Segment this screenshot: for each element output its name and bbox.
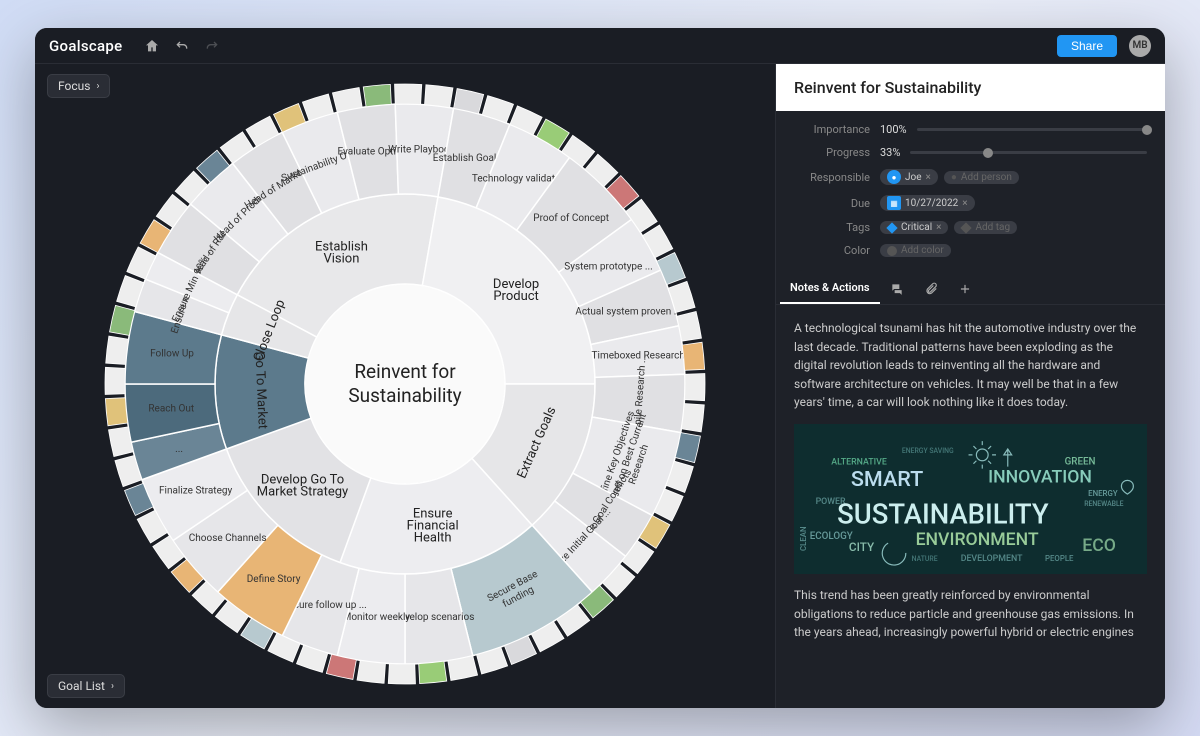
svg-text:System prototype ...: System prototype ...	[564, 261, 652, 272]
redo-icon[interactable]	[200, 34, 224, 58]
progress-value: 33%	[880, 146, 900, 159]
color-label: Color	[794, 244, 870, 257]
due-value: 10/27/2022	[905, 198, 958, 209]
tags-label: Tags	[794, 221, 870, 234]
svg-text:NATURE: NATURE	[912, 555, 938, 563]
svg-text:SMART: SMART	[851, 467, 923, 492]
svg-text:Actual system proven ...: Actual system proven ...	[575, 306, 681, 317]
responsible-label: Responsible	[794, 171, 870, 184]
svg-text:Reach Out: Reach Out	[148, 403, 194, 414]
svg-text:SUSTAINABILITY: SUSTAINABILITY	[837, 498, 1049, 530]
add-person-label: Add person	[961, 172, 1012, 183]
tab-notes-actions[interactable]: Notes & Actions	[780, 273, 880, 304]
panel-tabs: Notes & Actions	[776, 273, 1165, 305]
svg-text:INNOVATION: INNOVATION	[988, 467, 1092, 487]
progress-slider[interactable]	[910, 151, 1147, 154]
svg-text:GREEN: GREEN	[1065, 457, 1096, 468]
tab-add[interactable]	[948, 274, 982, 304]
svg-text:Reinvent forSustainability: Reinvent forSustainability	[348, 360, 461, 407]
remove-icon[interactable]: ×	[926, 172, 931, 183]
tag-icon	[886, 222, 897, 233]
remove-icon[interactable]: ×	[962, 198, 967, 209]
svg-text:...: ...	[175, 443, 183, 454]
sunburst-chart[interactable]: EstablishVisionDevelopProductExtract Goa…	[85, 74, 725, 698]
svg-text:Develop Go ToMarket Strategy: Develop Go ToMarket Strategy	[257, 473, 348, 500]
properties-section: Importance 100% Progress 33% Responsible	[776, 111, 1165, 273]
svg-text:Proof of Concept: Proof of Concept	[533, 211, 609, 223]
add-tag-button[interactable]: Add tag	[954, 221, 1017, 234]
importance-label: Importance	[794, 123, 870, 136]
wordcloud-image: ALTERNATIVE ENERGY SAVING SMART INNOVATI…	[794, 424, 1147, 574]
svg-text:Finalize Strategy: Finalize Strategy	[159, 485, 232, 496]
side-panel: Reinvent for Sustainability Importance 1…	[775, 64, 1165, 708]
slider-thumb[interactable]	[1142, 125, 1152, 135]
svg-text:EnsureFinancialHealth: EnsureFinancialHealth	[407, 507, 459, 546]
person-add-icon: ●	[951, 172, 957, 183]
person-icon: ●	[887, 170, 901, 184]
tab-comments[interactable]	[880, 274, 914, 304]
panel-title: Reinvent for Sustainability	[776, 64, 1165, 111]
add-person-button[interactable]: ● Add person	[944, 171, 1019, 184]
main-area: Focus › Goal List › EstablishVisionDevel…	[35, 64, 1165, 708]
svg-text:Define Story: Define Story	[247, 572, 301, 584]
svg-text:ENERGY SAVING: ENERGY SAVING	[902, 447, 954, 455]
add-color-label: Add color	[901, 245, 944, 256]
top-bar: Goalscape Share MB	[35, 28, 1165, 64]
svg-text:Follow Up: Follow Up	[150, 348, 194, 359]
importance-slider[interactable]	[917, 128, 1147, 131]
progress-row: Progress 33%	[794, 146, 1147, 159]
importance-value: 100%	[880, 123, 907, 136]
svg-text:ECOLOGY: ECOLOGY	[810, 531, 853, 542]
home-icon[interactable]	[140, 34, 164, 58]
due-row: Due ▦ 10/27/2022 ×	[794, 195, 1147, 211]
color-row: Color Add color	[794, 244, 1147, 257]
tag-pill[interactable]: Critical ×	[880, 221, 948, 234]
tags-row: Tags Critical × Add tag	[794, 221, 1147, 234]
svg-text:Monitor weekly: Monitor weekly	[343, 612, 411, 623]
importance-row: Importance 100%	[794, 123, 1147, 136]
user-avatar[interactable]: MB	[1129, 35, 1151, 57]
svg-text:CLEAN: CLEAN	[799, 526, 808, 551]
add-color-button[interactable]: Add color	[880, 244, 951, 257]
notes-paragraph-2: This trend has been greatly reinforced b…	[794, 586, 1147, 642]
canvas-area[interactable]: Focus › Goal List › EstablishVisionDevel…	[35, 64, 775, 708]
svg-text:ECO: ECO	[1082, 536, 1116, 556]
svg-text:PEOPLE: PEOPLE	[1045, 554, 1074, 563]
app-window: Goalscape Share MB Focus › Goal List › E…	[35, 28, 1165, 708]
plus-icon	[958, 282, 972, 296]
share-button[interactable]: Share	[1057, 35, 1117, 57]
svg-text:CITY: CITY	[849, 540, 875, 554]
svg-text:ALTERNATIVE: ALTERNATIVE	[831, 458, 887, 468]
tag-icon	[961, 222, 972, 233]
undo-icon[interactable]	[170, 34, 194, 58]
svg-text:DEVELOPMENT: DEVELOPMENT	[961, 554, 1023, 564]
tag-value: Critical	[901, 222, 932, 233]
responsible-pill[interactable]: ● Joe ×	[880, 169, 938, 185]
svg-text:Choose Channels: Choose Channels	[189, 533, 267, 544]
progress-label: Progress	[794, 146, 870, 159]
add-tag-label: Add tag	[975, 222, 1010, 233]
responsible-row: Responsible ● Joe × ● Add person	[794, 169, 1147, 185]
slider-thumb[interactable]	[983, 148, 993, 158]
tab-label: Notes & Actions	[790, 281, 870, 294]
svg-text:DevelopProduct: DevelopProduct	[493, 277, 539, 304]
notes-body[interactable]: A technological tsunami has hit the auto…	[776, 305, 1165, 708]
app-logo: Goalscape	[49, 37, 122, 55]
due-label: Due	[794, 197, 870, 210]
notes-paragraph: A technological tsunami has hit the auto…	[794, 319, 1147, 412]
color-swatch-icon	[887, 246, 897, 256]
attachment-icon	[924, 282, 938, 296]
tab-attachments[interactable]	[914, 274, 948, 304]
svg-text:ENERGY: ENERGY	[1088, 489, 1118, 498]
svg-text:RENEWABLE: RENEWABLE	[1084, 500, 1123, 508]
due-date-pill[interactable]: ▦ 10/27/2022 ×	[880, 195, 975, 211]
comments-icon	[890, 282, 904, 296]
svg-text:ENVIRONMENT: ENVIRONMENT	[916, 530, 1039, 550]
calendar-icon: ▦	[887, 196, 901, 210]
remove-icon[interactable]: ×	[936, 222, 941, 233]
responsible-name: Joe	[905, 172, 922, 183]
